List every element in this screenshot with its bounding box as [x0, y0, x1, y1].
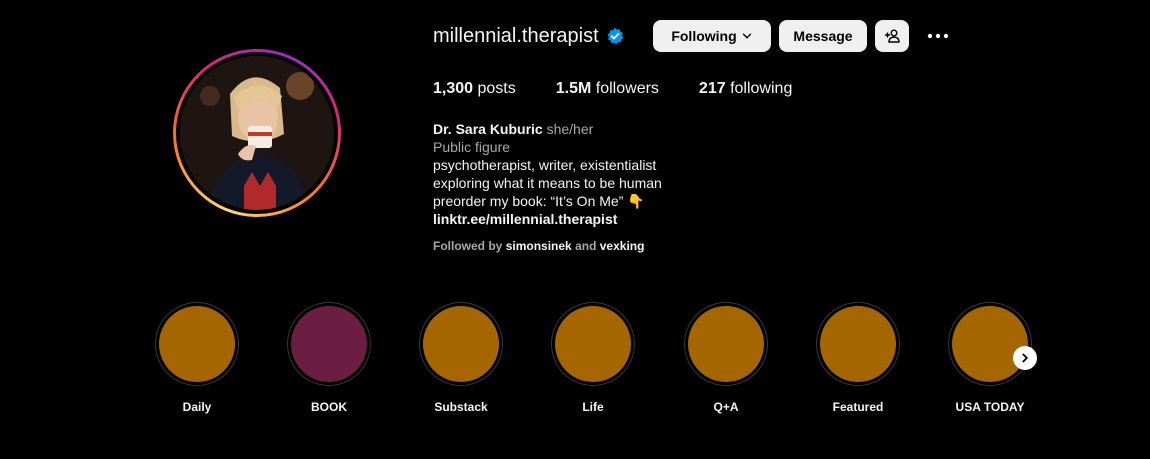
highlight-ring — [684, 302, 768, 386]
avatar-photo — [180, 56, 334, 210]
followed-by[interactable]: Followed by simonsinek and vexking — [433, 239, 644, 253]
username-row: millennial.therapist — [433, 20, 624, 52]
profile-bio: Dr. Sara Kuburic she/her Public figure p… — [433, 120, 662, 228]
posts-count: 1,300 — [433, 80, 474, 97]
highlight-label: Daily — [182, 400, 212, 414]
bio-line-1: psychotherapist, writer, existentialist — [433, 157, 657, 173]
suggested-users-button[interactable] — [875, 20, 909, 52]
highlight-label: BOOK — [311, 400, 347, 414]
followers-label: followers — [595, 80, 659, 97]
highlight-ring — [287, 302, 371, 386]
highlight-cover — [688, 306, 764, 382]
followed-by-user-2: vexking — [599, 239, 645, 253]
bio-line-3: preorder my book: “It’s On Me” 👇 — [433, 193, 645, 209]
chevron-right-icon — [1022, 353, 1029, 363]
followed-by-prefix: Followed by — [433, 239, 503, 253]
bio-link[interactable]: linktr.ee/millennial.therapist — [433, 210, 662, 228]
bio-line-2: exploring what it means to be human — [433, 175, 662, 191]
highlight-cover — [291, 306, 367, 382]
followers-count: 1.5M — [555, 80, 592, 97]
highlight-ring — [419, 302, 503, 386]
highlight-label: Substack — [434, 400, 488, 414]
message-button[interactable]: Message — [779, 20, 867, 52]
posts-stat: 1,300 posts — [433, 80, 516, 98]
highlight-item[interactable]: Q+A — [684, 302, 768, 414]
bio-pronouns: she/her — [546, 121, 594, 137]
highlight-cover — [820, 306, 896, 382]
username: millennial.therapist — [433, 24, 599, 47]
highlight-item[interactable]: Featured — [816, 302, 900, 414]
following-button-label: Following — [671, 28, 737, 44]
bio-category: Public figure — [433, 139, 511, 155]
following-button[interactable]: Following — [653, 20, 771, 52]
bio-name: Dr. Sara Kuburic — [433, 121, 543, 137]
highlight-label: Q+A — [713, 400, 739, 414]
next-highlights-button[interactable] — [1013, 346, 1037, 370]
chevron-down-icon — [742, 33, 751, 39]
highlight-item[interactable]: Life — [551, 302, 635, 414]
highlight-ring — [155, 302, 239, 386]
add-user-icon — [885, 29, 900, 43]
more-options-icon — [927, 33, 949, 39]
highlight-cover — [423, 306, 499, 382]
highlight-item[interactable]: Substack — [419, 302, 503, 414]
highlight-label: Life — [582, 400, 604, 414]
following-label: following — [730, 80, 793, 97]
profile-avatar[interactable] — [180, 56, 334, 210]
profile-avatar-ring[interactable] — [173, 49, 341, 217]
verified-badge-icon — [606, 27, 624, 45]
followed-by-and: and — [575, 239, 597, 253]
highlight-ring — [551, 302, 635, 386]
more-options-button[interactable] — [924, 26, 952, 46]
highlight-item[interactable]: BOOK — [287, 302, 371, 414]
profile-stats: 1,300 posts 1.5M followers 217 following — [433, 80, 832, 98]
following-stat[interactable]: 217 following — [699, 80, 792, 98]
highlight-cover — [555, 306, 631, 382]
highlight-label: USA TODAY — [955, 400, 1025, 414]
posts-label: posts — [477, 80, 516, 97]
highlight-cover — [952, 306, 1028, 382]
following-count: 217 — [698, 80, 726, 97]
highlight-cover — [159, 306, 235, 382]
message-button-label: Message — [793, 28, 853, 44]
highlight-label: Featured — [832, 400, 884, 414]
highlight-ring — [948, 302, 1032, 386]
followers-stat[interactable]: 1.5M followers — [556, 80, 659, 98]
followed-by-user-1: simonsinek — [505, 239, 572, 253]
highlight-ring — [816, 302, 900, 386]
highlight-item[interactable]: Daily — [155, 302, 239, 414]
